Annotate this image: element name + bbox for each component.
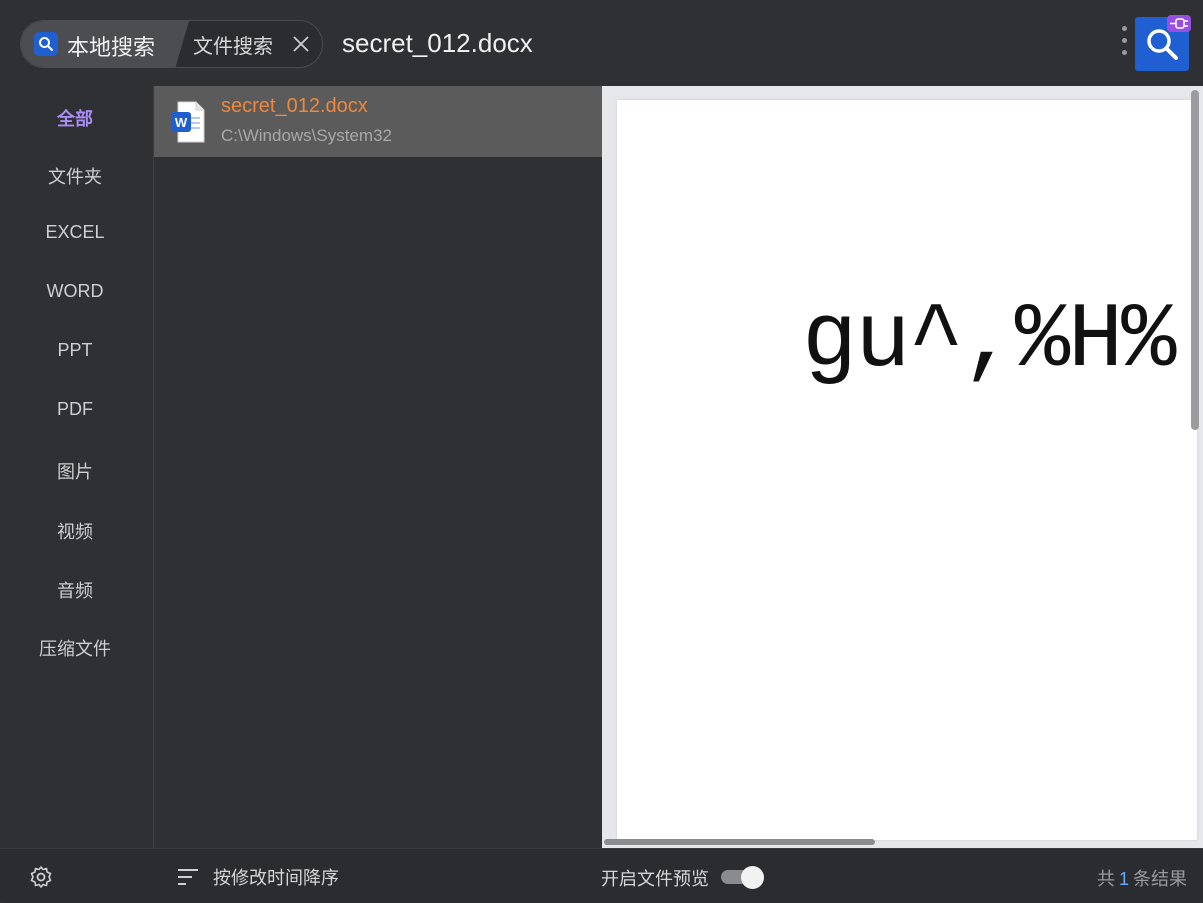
result-count-value: 1 — [1118, 869, 1129, 889]
search-mode-tabs: 本地搜索 文件搜索 — [20, 20, 323, 68]
category-images[interactable]: 图片 — [0, 458, 150, 484]
preview-toggle-label: 开启文件预览 — [601, 869, 709, 889]
result-row[interactable]: W secret_012.docx C:\Windows\System32 — [154, 86, 602, 157]
result-count: 共 1 条结果 — [1097, 865, 1187, 891]
plugin-icon[interactable] — [1167, 15, 1191, 32]
magnifier-icon — [1147, 29, 1178, 60]
bottom-bar: 按修改时间降序 开启文件预览 共 1 条结果 — [0, 848, 1203, 903]
toggle-knob — [741, 866, 764, 889]
tab-local-search[interactable]: 本地搜索 — [21, 21, 189, 67]
category-word[interactable]: WORD — [0, 281, 150, 302]
category-folder[interactable]: 文件夹 — [0, 163, 150, 189]
category-audio[interactable]: 音频 — [0, 577, 150, 603]
app-window: 本地搜索 文件搜索 secret_012.docx 全部 文件夹 EXCEL W… — [0, 0, 1203, 903]
tab-local-search-label: 本地搜索 — [67, 35, 156, 60]
top-bar: 本地搜索 文件搜索 secret_012.docx — [0, 0, 1203, 86]
svg-text:W: W — [175, 115, 188, 130]
category-excel[interactable]: EXCEL — [0, 222, 150, 243]
category-ppt[interactable]: PPT — [0, 340, 150, 361]
document-content: gu^,%H% — [802, 288, 1176, 393]
result-count-prefix: 共 — [1096, 869, 1115, 889]
category-pdf[interactable]: PDF — [0, 399, 150, 420]
more-options-icon[interactable] — [1118, 26, 1130, 60]
category-archives[interactable]: 压缩文件 — [0, 635, 150, 661]
sort-order-button[interactable]: 按修改时间降序 — [213, 864, 339, 890]
preview-toggle[interactable] — [721, 866, 764, 889]
category-sidebar: 全部 文件夹 EXCEL WORD PPT PDF 图片 视频 音频 压缩文件 — [0, 86, 150, 848]
result-file-path: C:\Windows\System32 — [221, 126, 392, 145]
horizontal-scrollbar[interactable] — [604, 839, 875, 845]
search-icon — [34, 32, 58, 56]
close-icon[interactable] — [291, 34, 311, 54]
sort-icon[interactable] — [177, 867, 199, 887]
results-list: W secret_012.docx C:\Windows\System32 — [154, 86, 602, 848]
preview-pane: gu^,%H% — [602, 86, 1203, 848]
category-video[interactable]: 视频 — [0, 518, 150, 544]
gear-icon[interactable] — [29, 865, 53, 889]
category-all[interactable]: 全部 — [0, 105, 150, 131]
tab-file-search[interactable]: 文件搜索 — [193, 30, 273, 59]
result-count-suffix: 条结果 — [1133, 869, 1187, 889]
vertical-scrollbar[interactable] — [1191, 90, 1199, 430]
word-doc-icon: W — [170, 100, 206, 144]
document-page: gu^,%H% — [617, 100, 1197, 840]
result-file-name: secret_012.docx — [221, 95, 368, 117]
search-query-text[interactable]: secret_012.docx — [342, 28, 533, 59]
